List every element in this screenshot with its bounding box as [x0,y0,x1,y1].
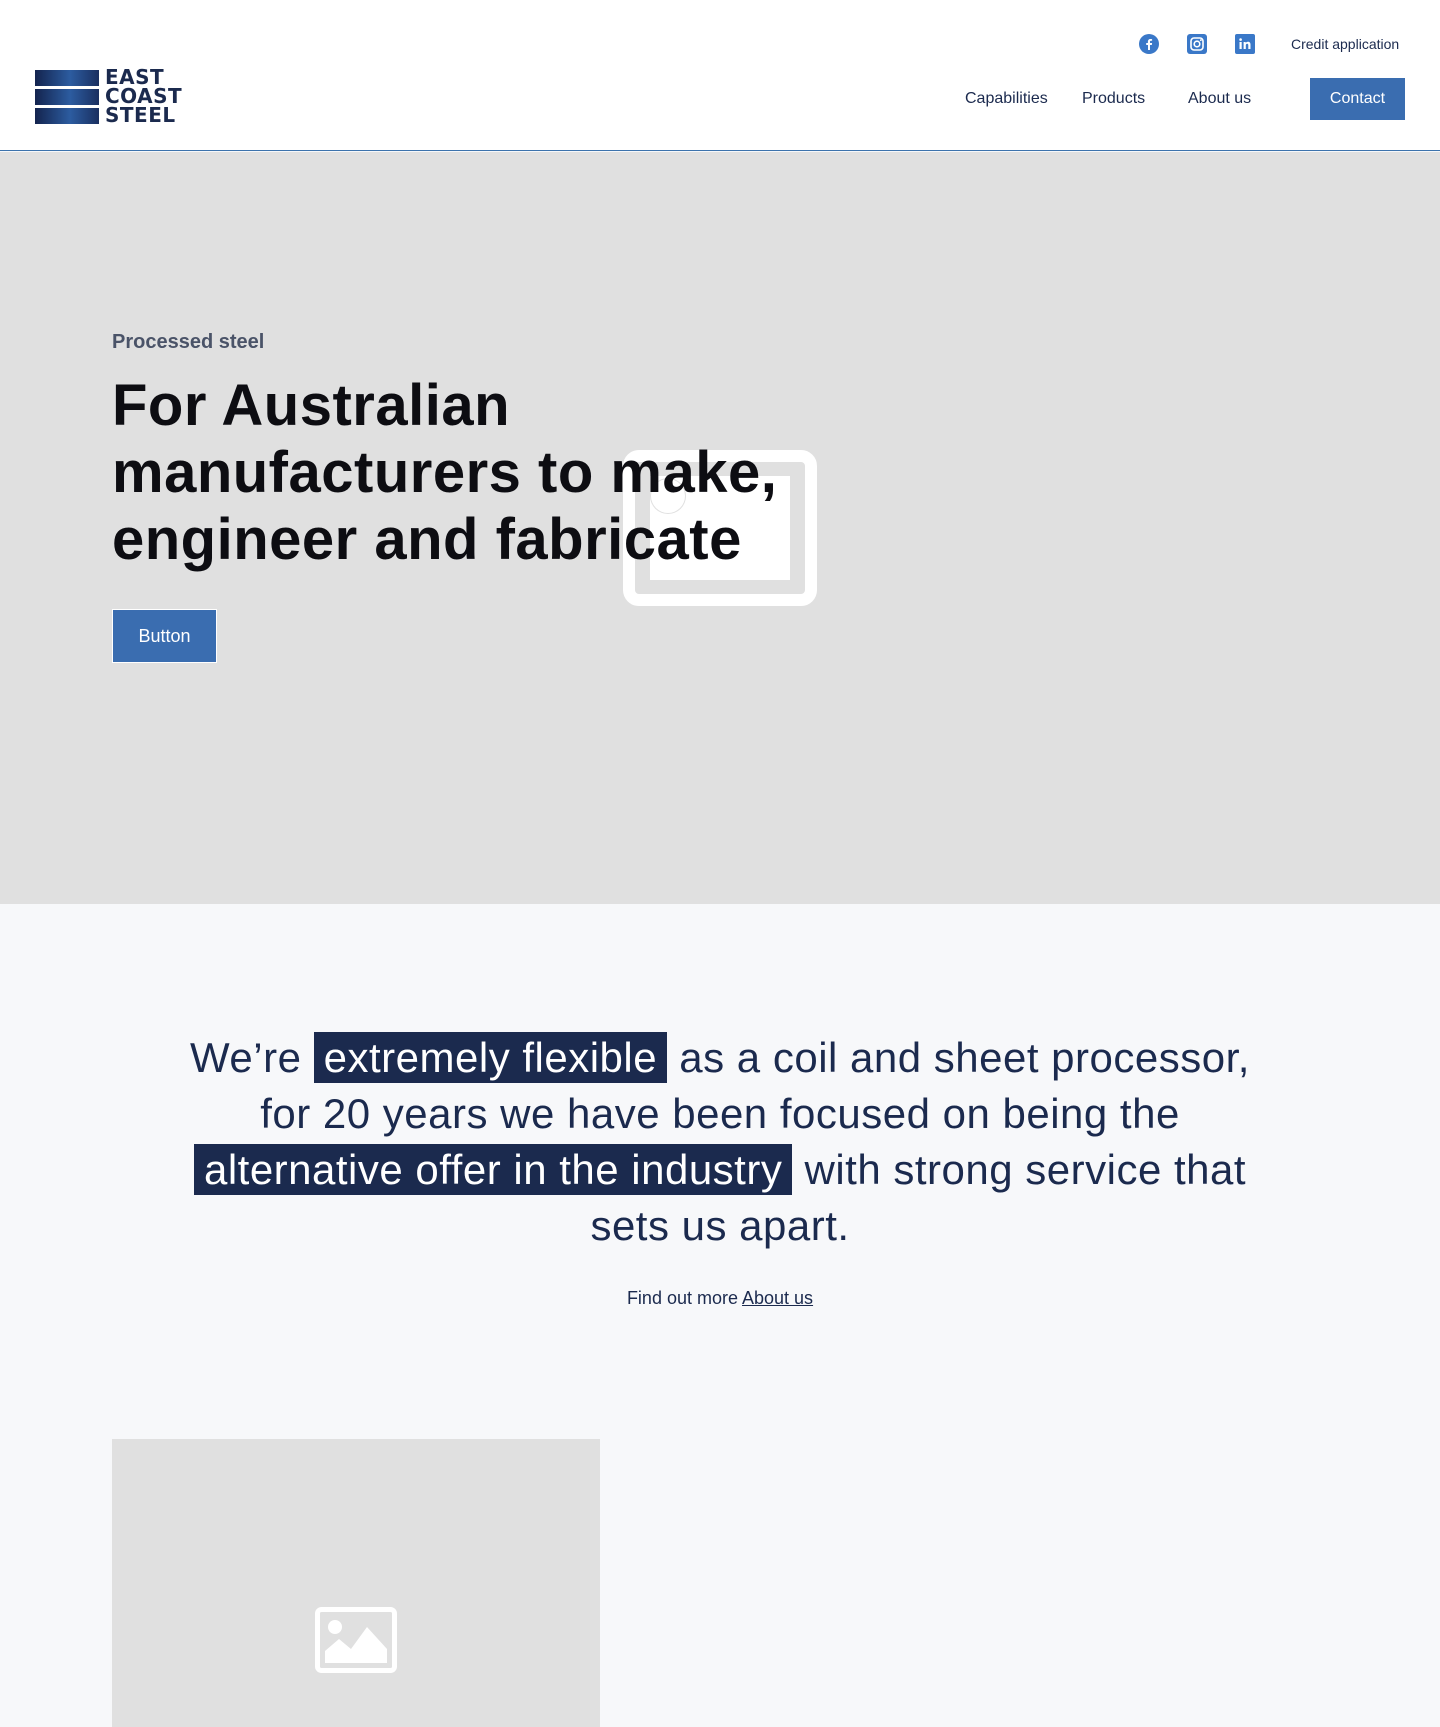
credit-application-link[interactable]: Credit application [1291,36,1399,52]
hero-section: Processed steel For Australian manufactu… [0,152,1440,904]
image-placeholder [112,1439,600,1727]
image-placeholder-icon [315,1607,397,1673]
nav-about-us[interactable]: About us [1188,90,1251,108]
linkedin-icon[interactable] [1234,33,1256,55]
nav-products[interactable]: Products [1082,90,1145,108]
highlight-text: extremely flexible [313,1032,668,1083]
contact-button[interactable]: Contact [1310,78,1405,120]
hero-eyebrow: Processed steel [112,331,265,353]
nav-capabilities[interactable]: Capabilities [965,90,1048,108]
east-coast-steel-logo[interactable]: EAST COAST STEEL [35,65,185,127]
logo-mark [35,70,99,124]
instagram-icon[interactable] [1186,33,1208,55]
intro-statement: We’re extremely flexible as a coil and s… [160,1030,1280,1254]
logo-wordmark: EAST COAST STEEL [105,65,183,127]
hero-title: For Australian manufacturers to make, en… [112,373,778,572]
find-out-more-label: Find out more [626,1288,742,1308]
site-header: EAST COAST STEEL Credit application Capa… [0,0,1440,151]
intro-text: We’re [190,1034,314,1081]
find-out-more: Find out more About us [0,1288,1440,1309]
hero-button[interactable]: Button [112,609,217,663]
about-us-link[interactable]: About us [742,1288,813,1308]
highlight-text: alternative offer in the industry [193,1144,793,1195]
facebook-icon[interactable] [1138,33,1160,55]
